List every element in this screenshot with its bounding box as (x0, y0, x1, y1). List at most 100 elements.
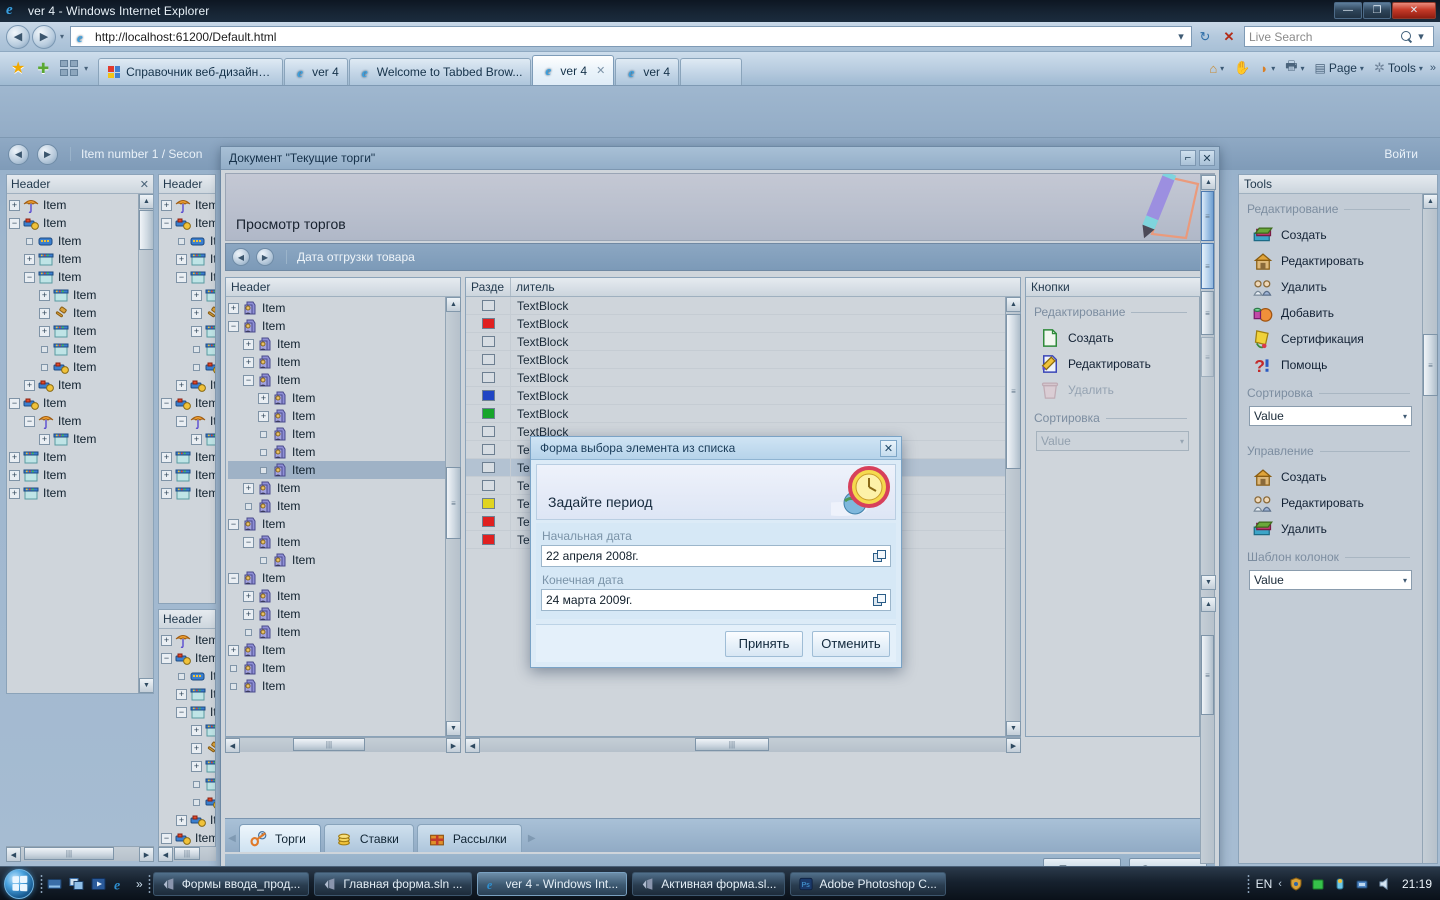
tree-node[interactable]: −Item (161, 268, 215, 286)
start-date-input[interactable]: 22 апреля 2008г. (541, 545, 891, 567)
tree-node[interactable]: +Item (228, 389, 445, 407)
browser-tab-3[interactable]: ever 4✕ (532, 55, 614, 85)
tree-node[interactable]: Item (228, 425, 445, 443)
expand-icon[interactable]: + (176, 380, 187, 391)
close-icon[interactable]: ✕ (880, 440, 897, 457)
expand-icon[interactable]: + (24, 254, 35, 265)
subbar-forward-button[interactable]: ▶ (256, 248, 274, 266)
minimize-button[interactable]: — (1334, 2, 1362, 19)
subbar-back-button[interactable]: ◀ (232, 248, 250, 266)
tab-рассылки[interactable]: Рассылки (417, 824, 522, 852)
taskbar-item-4[interactable]: PsAdobe Photoshop C... (790, 872, 945, 896)
command-добавить[interactable]: Добавить (1239, 300, 1422, 326)
calendar-picker-icon[interactable] (873, 594, 886, 607)
command-удалить[interactable]: Удалить (1239, 274, 1422, 300)
command-редактировать[interactable]: Редактировать (1026, 351, 1199, 377)
back-button[interactable]: ◀ (6, 25, 30, 49)
tree-node[interactable]: +Item (9, 286, 153, 304)
new-tab-button[interactable] (680, 58, 742, 85)
tree-node[interactable]: +Item (9, 484, 153, 502)
scrollbar-thumb[interactable]: ≡ (1006, 314, 1021, 469)
vertical-scrollbar[interactable]: ▲ ≡ ▼ (445, 297, 460, 736)
tabstrip-scroll-left-icon[interactable]: ◀ (225, 824, 239, 852)
scroll-up-button[interactable]: ▲ (139, 194, 153, 209)
collapse-icon[interactable]: − (161, 653, 172, 664)
command-помощь[interactable]: ?Помощь (1239, 352, 1422, 378)
tree-node[interactable]: +Item (161, 685, 215, 703)
browser-tab-4[interactable]: ever 4 (615, 58, 679, 85)
tree-node[interactable]: −Item (161, 214, 215, 232)
tree-node[interactable]: Item (228, 443, 445, 461)
search-icon[interactable] (1401, 31, 1413, 43)
scroll-left-button[interactable]: ◀ (225, 738, 240, 753)
expand-icon[interactable]: + (243, 483, 254, 494)
scroll-up-button[interactable]: ▲ (446, 297, 461, 312)
scrollbar-thumb[interactable]: ≡ (1201, 291, 1214, 335)
command-редактировать[interactable]: Редактировать (1239, 248, 1422, 274)
tray-expand-icon[interactable]: ‹ (1278, 878, 1282, 890)
table-row[interactable]: TextBlock (466, 333, 1005, 351)
address-dropdown-icon[interactable]: ▾ (1173, 27, 1189, 46)
command-сертификация[interactable]: Сертификация (1239, 326, 1422, 352)
tree-node[interactable]: Item (161, 775, 215, 793)
document-tree-hscroll[interactable]: ◀ ||| ▶ (225, 737, 461, 752)
collapse-icon[interactable]: − (176, 416, 187, 427)
cancel-button[interactable]: Отменить (1129, 858, 1207, 866)
tree-node[interactable]: Item (9, 358, 153, 376)
tree-node[interactable]: +Item (228, 479, 445, 497)
collapse-icon[interactable]: − (9, 218, 20, 229)
tree-node[interactable]: +Item (161, 322, 215, 340)
expand-icon[interactable]: + (191, 434, 202, 445)
scroll-up-button[interactable]: ▲ (1006, 297, 1021, 312)
tree-node[interactable]: +Item (228, 605, 445, 623)
scrollbar-thumb[interactable]: ≡ (1201, 635, 1214, 715)
grid-col-header-1[interactable]: литель (511, 278, 1020, 296)
end-date-input[interactable]: 24 марта 2009г. (541, 589, 891, 611)
scrollbar-thumb[interactable] (139, 210, 153, 250)
tree-node[interactable]: +Item (228, 407, 445, 425)
address-input[interactable]: e http://localhost:61200/Default.html ▾ (70, 26, 1192, 47)
close-icon[interactable]: ✕ (1199, 150, 1215, 166)
expand-icon[interactable]: + (24, 380, 35, 391)
expand-icon[interactable]: + (191, 290, 202, 301)
expand-icon[interactable]: + (243, 339, 254, 350)
chevron-down-icon[interactable]: ▾ (1403, 576, 1407, 585)
tree-node[interactable]: +Item (9, 448, 153, 466)
tree-node[interactable]: Item (228, 623, 445, 641)
browser-tab-2[interactable]: eWelcome to Tabbed Brow... (349, 58, 532, 85)
chevron-down-icon[interactable]: ▾ (1180, 437, 1184, 446)
scroll-down-button[interactable]: ▼ (1006, 721, 1021, 736)
expand-icon[interactable]: + (39, 326, 50, 337)
tree-node[interactable]: −Item (9, 214, 153, 232)
tree-node[interactable]: Item (228, 461, 445, 479)
tree-node[interactable]: +Item (161, 466, 215, 484)
tree-node[interactable]: −Item (161, 703, 215, 721)
login-link[interactable]: Войти (1384, 147, 1418, 161)
expand-icon[interactable]: + (176, 254, 187, 265)
battery-icon[interactable] (1310, 876, 1326, 892)
scroll-up-button[interactable]: ▲ (1201, 175, 1216, 190)
collapse-icon[interactable]: − (243, 537, 254, 548)
tree-node[interactable]: −Item (228, 533, 445, 551)
tree-node[interactable]: +Item (9, 376, 153, 394)
collapse-icon[interactable]: − (228, 321, 239, 332)
vertical-scrollbar[interactable]: ▲ ≡ ▼ (1005, 297, 1020, 736)
volume-icon[interactable] (1376, 876, 1392, 892)
tree-node[interactable]: +Item (9, 304, 153, 322)
tree-node[interactable]: +Item (9, 250, 153, 268)
table-row[interactable]: TextBlock (466, 405, 1005, 423)
restore-button[interactable]: ⌐ (1180, 150, 1196, 166)
tree-node[interactable]: Item (9, 340, 153, 358)
expand-icon[interactable]: + (39, 434, 50, 445)
scroll-left-button[interactable]: ◀ (465, 738, 480, 753)
expand-icon[interactable]: + (161, 488, 172, 499)
maximize-button[interactable]: ❐ (1363, 2, 1391, 19)
expand-icon[interactable]: + (191, 725, 202, 736)
close-icon[interactable]: ✕ (596, 64, 605, 77)
scrollbar-thumb[interactable]: ≡ (1201, 191, 1214, 241)
tree-node[interactable]: Item (161, 358, 215, 376)
tree-node[interactable]: +Item (161, 376, 215, 394)
tree-node[interactable]: Item (161, 340, 215, 358)
scroll-right-button[interactable]: ▶ (446, 738, 461, 753)
scroll-up-button[interactable]: ▲ (1201, 597, 1216, 612)
